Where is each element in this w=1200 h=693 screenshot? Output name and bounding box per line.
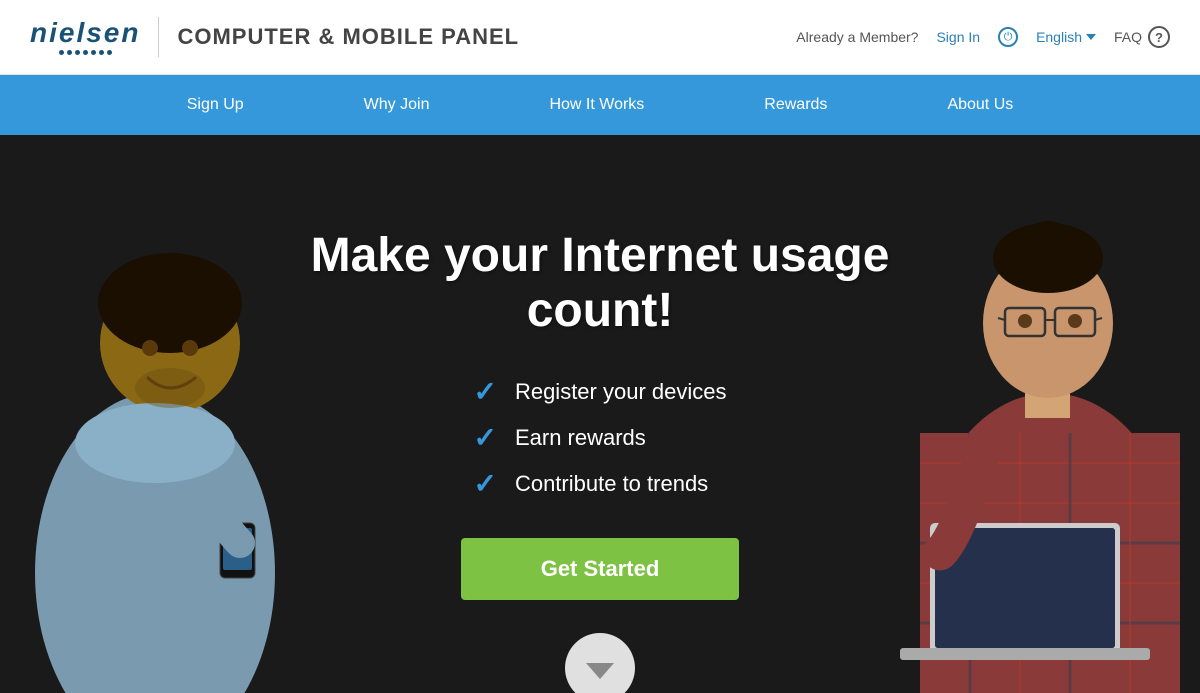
- nav-item-signup[interactable]: Sign Up: [127, 75, 304, 135]
- chevron-down-icon: [1086, 34, 1096, 40]
- faq-label: FAQ: [1114, 29, 1142, 45]
- feature-item-3: ✓ Contribute to trends: [473, 470, 726, 498]
- nav-item-how-it-works[interactable]: How It Works: [489, 75, 704, 135]
- top-bar: nielsen COMPUTER & MOBILE PANEL Already …: [0, 0, 1200, 75]
- panel-title: COMPUTER & MOBILE PANEL: [177, 24, 519, 50]
- language-selector[interactable]: English: [1036, 29, 1096, 45]
- nav-item-why-join[interactable]: Why Join: [304, 75, 490, 135]
- feature-text-3: Contribute to trends: [515, 471, 708, 497]
- feature-text-1: Register your devices: [515, 379, 727, 405]
- nav-item-about-us[interactable]: About Us: [887, 75, 1073, 135]
- feature-item-2: ✓ Earn rewards: [473, 424, 726, 452]
- faq-circle-icon: ?: [1148, 26, 1170, 48]
- check-icon-3: ✓: [473, 470, 496, 498]
- feature-text-2: Earn rewards: [515, 425, 646, 451]
- power-icon[interactable]: ⏻: [998, 27, 1018, 47]
- nav-items: Sign Up Why Join How It Works Rewards Ab…: [127, 75, 1074, 135]
- faq-link[interactable]: FAQ ?: [1114, 26, 1170, 48]
- feature-list: ✓ Register your devices ✓ Earn rewards ✓…: [473, 378, 726, 498]
- logo-divider: [158, 17, 159, 57]
- scroll-chevron-icon: [586, 663, 614, 679]
- language-label: English: [1036, 29, 1082, 45]
- feature-item-1: ✓ Register your devices: [473, 378, 726, 406]
- nav-item-rewards[interactable]: Rewards: [704, 75, 887, 135]
- main-nav: Sign Up Why Join How It Works Rewards Ab…: [0, 75, 1200, 135]
- hero-content: Make your Internet usage count! ✓ Regist…: [300, 228, 900, 600]
- scroll-indicator[interactable]: [565, 633, 635, 693]
- check-icon-1: ✓: [473, 378, 496, 406]
- sign-in-link[interactable]: Sign In: [936, 29, 980, 45]
- hero-section: Make your Internet usage count! ✓ Regist…: [0, 135, 1200, 693]
- nielsen-logo: nielsen: [30, 19, 140, 55]
- person-left-image: [0, 173, 320, 693]
- logo-dots: [59, 50, 112, 55]
- already-member-text: Already a Member?: [796, 29, 918, 45]
- get-started-button[interactable]: Get Started: [461, 538, 740, 600]
- hero-headline: Make your Internet usage count!: [300, 228, 900, 338]
- check-icon-2: ✓: [473, 424, 496, 452]
- logo-section: nielsen COMPUTER & MOBILE PANEL: [30, 17, 519, 57]
- logo-text: nielsen: [30, 19, 140, 47]
- top-right: Already a Member? Sign In ⏻ English FAQ …: [796, 26, 1170, 48]
